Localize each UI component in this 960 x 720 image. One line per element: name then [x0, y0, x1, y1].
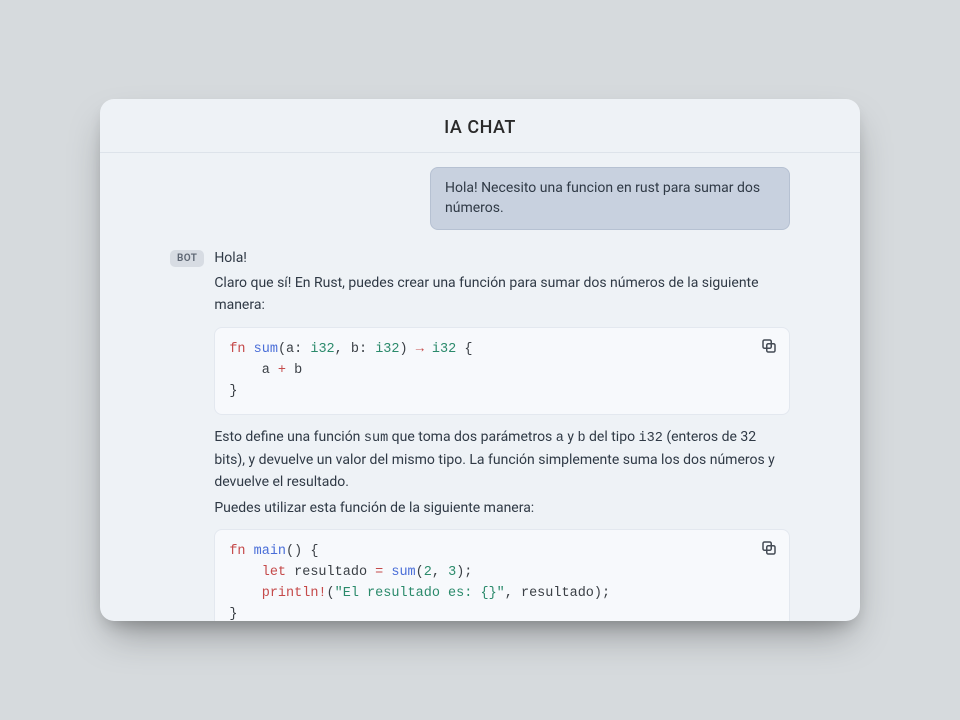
message-list[interactable]: Hola! Necesito una funcion en rust para … [100, 153, 860, 621]
chat-card: IA CHAT Hola! Necesito una funcion en ru… [100, 99, 860, 621]
bot-greeting: Hola! [214, 248, 790, 270]
code-block-1: fn sum(a: i32, b: i32) → i32 { a + b } [214, 327, 790, 416]
copy-icon[interactable] [759, 538, 779, 558]
bot-intro: Claro que sí! En Rust, puedes crear una … [214, 273, 790, 316]
inline-code-fn: sum [364, 431, 388, 446]
user-message: Hola! Necesito una funcion en rust para … [430, 167, 790, 230]
inline-code-b: b [577, 431, 585, 446]
header: IA CHAT [100, 99, 860, 153]
user-row: Hola! Necesito una funcion en rust para … [170, 167, 790, 230]
inline-code-ty: i32 [639, 431, 663, 446]
code-block-2: fn main() { let resultado = sum(2, 3); p… [214, 529, 790, 621]
bot-badge: BOT [170, 250, 204, 267]
bot-usage: Puedes utilizar esta función de la sigui… [214, 498, 790, 520]
app-title: IA CHAT [100, 117, 860, 138]
copy-icon[interactable] [759, 336, 779, 356]
bot-message: Hola! Claro que sí! En Rust, puedes crea… [214, 248, 790, 621]
bot-explain: Esto define una función sum que toma dos… [214, 427, 790, 493]
bot-row: BOT Hola! Claro que sí! En Rust, puedes … [170, 248, 790, 621]
inline-code-a: a [556, 431, 564, 446]
